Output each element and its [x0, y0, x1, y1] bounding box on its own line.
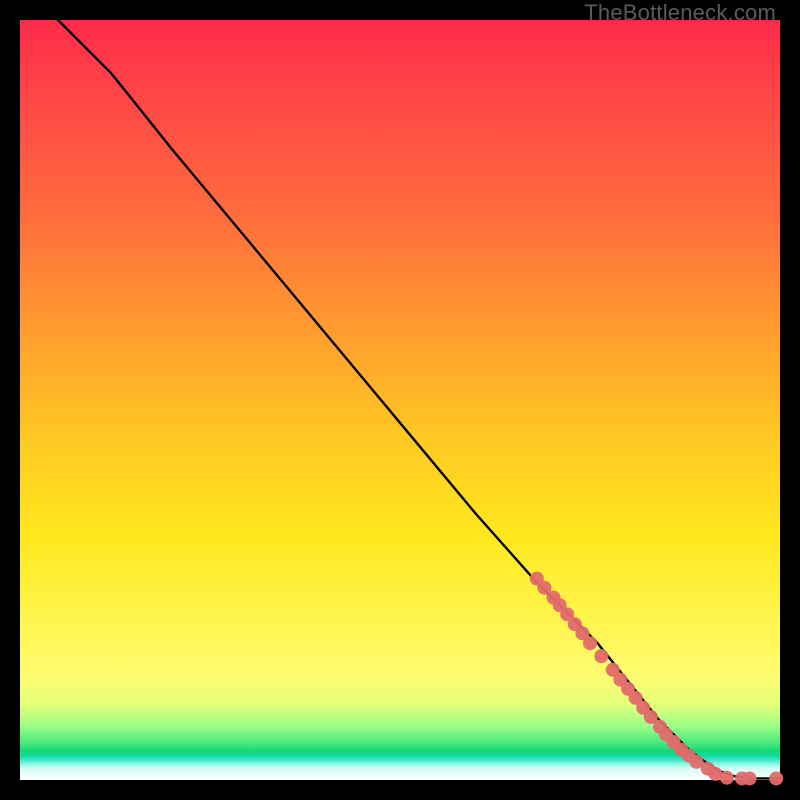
scatter-point [594, 649, 608, 663]
scatter-point [583, 636, 597, 650]
scatter-points [530, 572, 783, 786]
chart-frame: TheBottleneck.com [0, 0, 800, 800]
scatter-point [769, 771, 783, 785]
plot-area [20, 20, 780, 780]
scatter-point [743, 771, 757, 785]
bottleneck-curve [58, 20, 780, 778]
chart-svg [20, 20, 780, 780]
scatter-point [720, 771, 734, 785]
